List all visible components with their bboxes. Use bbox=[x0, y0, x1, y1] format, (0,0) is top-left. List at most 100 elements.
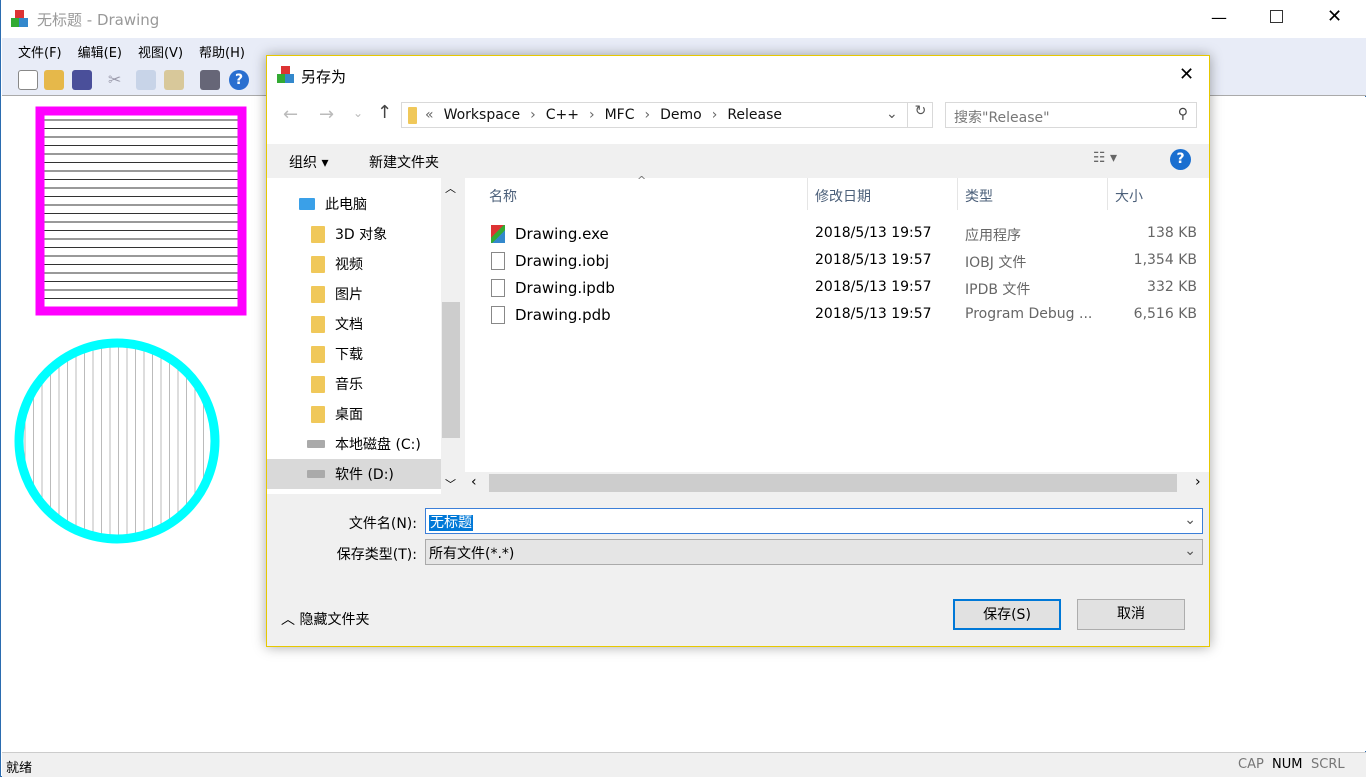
chevron-down-icon[interactable]: ⌄ bbox=[1184, 512, 1196, 528]
new-icon[interactable] bbox=[18, 70, 38, 90]
nav-item-label: 3D 对象 bbox=[335, 227, 388, 243]
folder-icon bbox=[311, 255, 325, 273]
nav-item[interactable]: 视频 bbox=[267, 249, 441, 279]
app-icon bbox=[11, 10, 29, 28]
nav-item[interactable]: 文档 bbox=[267, 309, 441, 339]
nav-item-label: 文档 bbox=[335, 317, 363, 333]
nav-item[interactable]: 3D 对象 bbox=[267, 219, 441, 249]
cut-icon[interactable]: ✂ bbox=[108, 70, 128, 90]
cancel-button[interactable]: 取消 bbox=[1077, 599, 1185, 630]
nav-item[interactable]: 音乐 bbox=[267, 369, 441, 399]
new-folder-button[interactable]: 新建文件夹 bbox=[369, 152, 439, 172]
scrl-indicator: SCRL bbox=[1311, 757, 1345, 772]
nav-item-label: 桌面 bbox=[335, 407, 363, 423]
search-icon: ⚲ bbox=[1177, 106, 1188, 122]
dialog-title-bar: 另存为 ✕ bbox=[267, 56, 1209, 96]
navigation-pane: 此电脑 3D 对象视频 图片文档下载音乐桌面本地磁盘 (C:) 软件 (D:) bbox=[267, 178, 461, 494]
menu-file[interactable]: 文件(F) bbox=[18, 42, 62, 61]
cyan-circle bbox=[14, 338, 220, 544]
pdb-icon bbox=[491, 306, 505, 324]
maximize-button[interactable] bbox=[1270, 10, 1283, 23]
paste-icon[interactable] bbox=[164, 70, 184, 90]
menu-edit[interactable]: 编辑(E) bbox=[78, 42, 122, 61]
minimize-button[interactable]: — bbox=[1211, 8, 1227, 27]
hide-folders-toggle[interactable]: ︿ 隐藏文件夹 bbox=[281, 609, 369, 629]
menu-help[interactable]: 帮助(H) bbox=[199, 42, 245, 61]
file-size: 138 KB bbox=[1147, 225, 1197, 241]
filename-input[interactable]: 无标题 ⌄ bbox=[425, 508, 1203, 534]
nav-item[interactable]: 软件 (D:) bbox=[267, 459, 441, 489]
chevron-down-icon[interactable]: ⌄ bbox=[1184, 543, 1196, 559]
open-icon[interactable] bbox=[44, 70, 64, 90]
file-name: Drawing.exe bbox=[515, 225, 609, 243]
file-row[interactable]: Drawing.pdb 2018/5/13 19:57 Program Debug … bbox=[465, 301, 1209, 328]
status-text: 就绪 bbox=[6, 761, 33, 776]
column-type[interactable]: 类型 bbox=[965, 186, 993, 206]
folder-icon bbox=[311, 345, 325, 363]
save-icon[interactable] bbox=[72, 70, 92, 90]
file-date: 2018/5/13 19:57 bbox=[815, 279, 932, 295]
filetype-select[interactable]: 所有文件(*.*) ⌄ bbox=[425, 539, 1203, 565]
file-date: 2018/5/13 19:57 bbox=[815, 306, 932, 322]
copy-icon[interactable] bbox=[136, 70, 156, 90]
up-button[interactable]: ↑ bbox=[377, 102, 392, 123]
dialog-title: 另存为 bbox=[301, 68, 347, 86]
nav-item[interactable]: 桌面 bbox=[267, 399, 441, 429]
recent-dropdown[interactable]: ⌄ bbox=[353, 106, 363, 120]
nav-item[interactable]: 下载 bbox=[267, 339, 441, 369]
save-button[interactable]: 保存(S) bbox=[953, 599, 1061, 630]
folder-icon bbox=[311, 225, 325, 243]
exe-icon bbox=[491, 225, 505, 243]
nav-scroll-thumb[interactable] bbox=[442, 302, 460, 438]
column-date[interactable]: 修改日期 bbox=[815, 186, 871, 206]
file-icon bbox=[491, 279, 505, 297]
help-icon[interactable]: ? bbox=[1170, 149, 1191, 170]
nav-scrollbar[interactable]: ︿ ﹀ bbox=[441, 178, 461, 494]
filename-label: 文件名(N): bbox=[348, 516, 417, 532]
column-name[interactable]: 名称 bbox=[489, 186, 517, 206]
menu-view[interactable]: 视图(V) bbox=[138, 42, 183, 61]
organize-button[interactable]: 组织 ▾ bbox=[289, 152, 328, 172]
window-title: 无标题 - Drawing bbox=[37, 10, 160, 29]
nav-item-label: 音乐 bbox=[335, 377, 363, 393]
forward-button[interactable]: → bbox=[319, 104, 334, 125]
file-type: Program Debug ... bbox=[965, 306, 1093, 322]
file-icon bbox=[491, 252, 505, 270]
hscroll-thumb[interactable] bbox=[489, 474, 1177, 492]
num-indicator: NUM bbox=[1272, 757, 1303, 772]
app-icon bbox=[277, 66, 295, 84]
breadcrumb-release[interactable]: Release bbox=[727, 107, 782, 123]
view-options-icon[interactable]: ☷ ▾ bbox=[1093, 150, 1117, 166]
title-bar: 无标题 - Drawing — ✕ bbox=[1, 0, 1366, 38]
folder-icon bbox=[408, 106, 417, 124]
drive-icon bbox=[307, 470, 325, 478]
cap-indicator: CAP bbox=[1238, 757, 1264, 772]
file-row[interactable]: Drawing.ipdb 2018/5/13 19:57 IPDB 文件 332 KB bbox=[465, 274, 1209, 301]
print-icon[interactable] bbox=[200, 70, 220, 90]
nav-item[interactable]: 图片 bbox=[267, 279, 441, 309]
address-bar[interactable]: « Workspace › C++ › MFC › Demo › Release ⌄ ↻ bbox=[401, 102, 933, 128]
column-size[interactable]: 大小 bbox=[1115, 186, 1143, 206]
save-as-dialog: 另存为 ✕ ← → ⌄ ↑ « Workspace › C++ › MFC › Dem… bbox=[266, 55, 1210, 647]
file-row[interactable]: Drawing.exe 2018/5/13 19:57 应用程序 138 KB bbox=[465, 220, 1209, 247]
breadcrumb-demo[interactable]: Demo bbox=[660, 107, 702, 123]
dialog-close-button[interactable]: ✕ bbox=[1179, 64, 1194, 85]
breadcrumb-workspace[interactable]: Workspace bbox=[444, 107, 521, 123]
help-icon[interactable]: ? bbox=[229, 70, 249, 90]
address-dropdown-icon[interactable]: ⌄ bbox=[886, 106, 898, 122]
search-input[interactable]: 搜索"Release" ⚲ bbox=[945, 102, 1197, 128]
file-row[interactable]: Drawing.iobj 2018/5/13 19:57 IOBJ 文件 1,354 … bbox=[465, 247, 1209, 274]
back-button[interactable]: ← bbox=[283, 104, 298, 125]
close-button[interactable]: ✕ bbox=[1327, 6, 1342, 27]
breadcrumb-cpp[interactable]: C++ bbox=[546, 107, 579, 123]
file-size: 6,516 KB bbox=[1133, 306, 1197, 322]
nav-item-label: 此电脑 bbox=[325, 197, 367, 213]
breadcrumb-mfc[interactable]: MFC bbox=[605, 107, 635, 123]
file-date: 2018/5/13 19:57 bbox=[815, 252, 932, 268]
nav-item[interactable]: 此电脑 bbox=[267, 189, 441, 219]
nav-item[interactable]: 本地磁盘 (C:) bbox=[267, 429, 441, 459]
refresh-icon[interactable]: ↻ bbox=[907, 103, 933, 127]
nav-item-label: 软件 (D:) bbox=[335, 467, 394, 483]
file-type: 应用程序 bbox=[965, 228, 1021, 244]
file-list-hscrollbar[interactable]: ‹ › bbox=[465, 472, 1209, 494]
